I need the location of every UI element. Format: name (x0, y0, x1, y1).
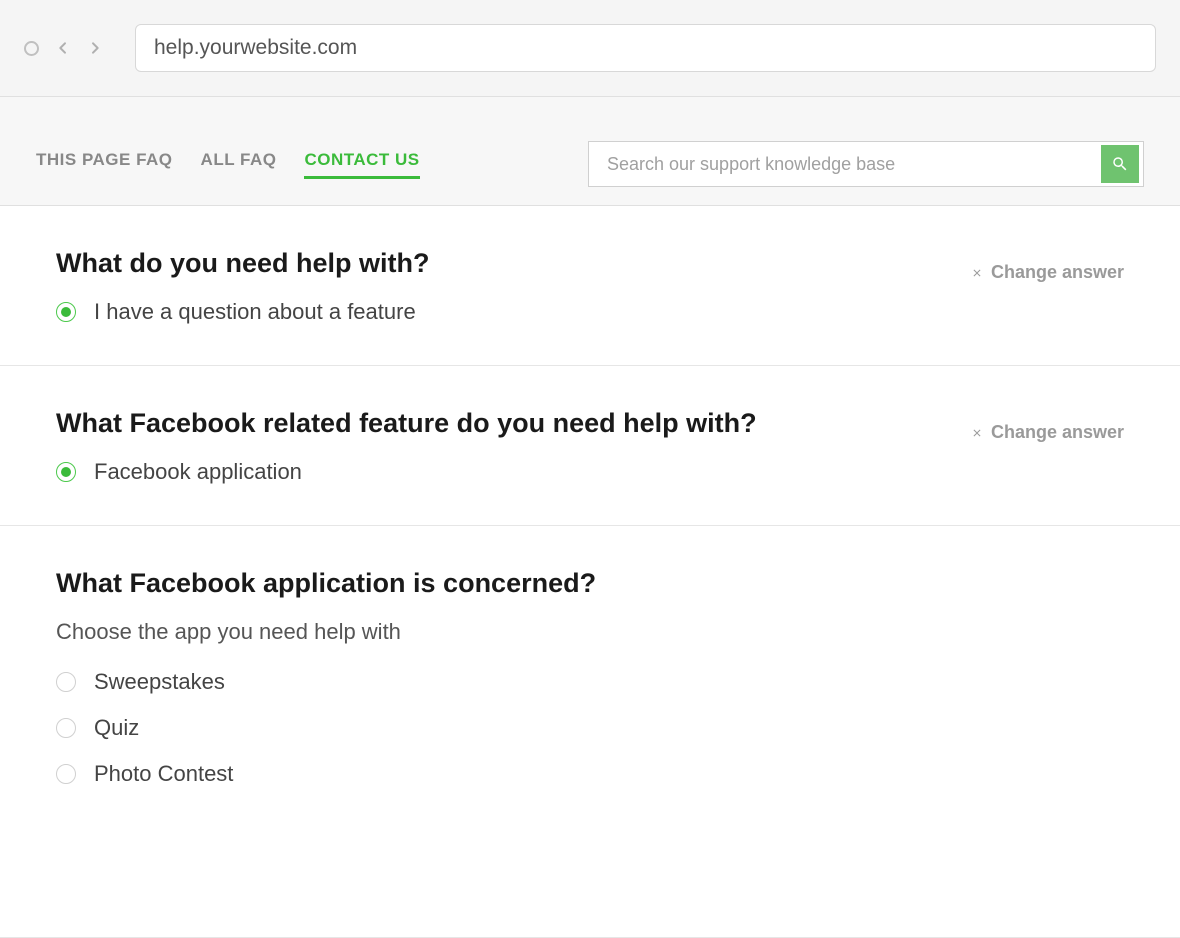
answer-row: I have a question about a feature (56, 299, 1124, 325)
close-icon (971, 267, 983, 279)
option-sweepstakes[interactable]: Sweepstakes (56, 669, 1124, 695)
option-list: Sweepstakes Quiz Photo Contest (56, 669, 1124, 787)
search-container (588, 141, 1144, 187)
tab-all-faq[interactable]: ALL FAQ (201, 150, 277, 176)
search-icon (1111, 155, 1129, 173)
browser-chrome: help.yourwebsite.com (0, 0, 1180, 97)
question-title: What do you need help with? (56, 248, 1124, 279)
option-photo-contest[interactable]: Photo Contest (56, 761, 1124, 787)
option-label: Quiz (94, 715, 139, 741)
url-text: help.yourwebsite.com (154, 36, 357, 60)
option-label: Sweepstakes (94, 669, 225, 695)
close-icon (971, 427, 983, 439)
tabs: THIS PAGE FAQ ALL FAQ CONTACT US (36, 150, 420, 179)
search-input[interactable] (589, 142, 1101, 186)
change-answer-button[interactable]: Change answer (971, 262, 1124, 283)
question-subtitle: Choose the app you need help with (56, 619, 1124, 645)
radio-selected-icon[interactable] (56, 462, 76, 482)
question-section-1: What do you need help with? I have a que… (0, 206, 1180, 366)
question-title: What Facebook related feature do you nee… (56, 408, 1124, 439)
url-bar[interactable]: help.yourwebsite.com (135, 24, 1156, 72)
chevron-left-icon (55, 32, 71, 64)
option-label: Photo Contest (94, 761, 233, 787)
change-answer-button[interactable]: Change answer (971, 422, 1124, 443)
chevron-right-icon (87, 32, 103, 64)
selected-answer-text: I have a question about a feature (94, 299, 416, 325)
option-quiz[interactable]: Quiz (56, 715, 1124, 741)
radio-empty-icon (56, 718, 76, 738)
tab-this-page-faq[interactable]: THIS PAGE FAQ (36, 150, 173, 176)
question-section-2: What Facebook related feature do you nee… (0, 366, 1180, 526)
window-control-dot[interactable] (24, 41, 39, 56)
tab-contact-us[interactable]: CONTACT US (304, 150, 419, 179)
question-title: What Facebook application is concerned? (56, 568, 1124, 599)
radio-empty-icon (56, 764, 76, 784)
question-section-3: What Facebook application is concerned? … (0, 526, 1180, 938)
back-button[interactable] (55, 40, 71, 56)
change-answer-label: Change answer (991, 422, 1124, 443)
selected-answer-text: Facebook application (94, 459, 302, 485)
radio-empty-icon (56, 672, 76, 692)
header-bar: THIS PAGE FAQ ALL FAQ CONTACT US (0, 97, 1180, 206)
forward-button[interactable] (87, 40, 103, 56)
search-button[interactable] (1101, 145, 1139, 183)
change-answer-label: Change answer (991, 262, 1124, 283)
answer-row: Facebook application (56, 459, 1124, 485)
radio-selected-icon[interactable] (56, 302, 76, 322)
